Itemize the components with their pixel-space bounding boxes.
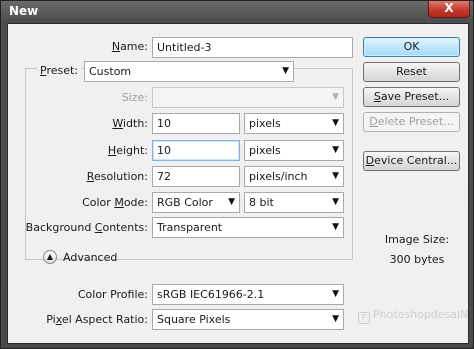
image-size-value: 300 bytes — [389, 253, 445, 266]
ok-button[interactable]: OK — [363, 37, 460, 57]
background-contents-select[interactable]: Transparent ▼ — [152, 217, 344, 238]
chevron-down-icon: ▼ — [332, 171, 339, 181]
bit-depth-value: 8 bit — [249, 196, 274, 209]
height-label: Height: — [107, 144, 148, 157]
name-input[interactable]: Untitled-3 — [152, 37, 353, 58]
pixel-aspect-ratio-label: Pixel Aspect Ratio: — [46, 313, 148, 326]
color-mode-select[interactable]: RGB Color ▼ — [152, 192, 240, 213]
height-unit-select[interactable]: pixels ▼ — [244, 140, 344, 161]
new-document-dialog: New X Name: Untitled-3 Preset: Custom ▼ … — [0, 0, 474, 349]
pixel-aspect-ratio-select[interactable]: Square Pixels ▼ — [152, 309, 344, 330]
resolution-unit-select[interactable]: pixels/inch ▼ — [244, 166, 344, 187]
color-mode-label: Color Mode: — [82, 196, 148, 209]
background-contents-label: Background Contents: — [25, 221, 148, 234]
color-profile-select[interactable]: sRGB IEC61966-2.1 ▼ — [152, 284, 344, 305]
watermark-text: PhotoshopdesaiN — [373, 308, 469, 321]
height-unit-value: pixels — [249, 144, 281, 157]
preset-select[interactable]: Custom ▼ — [84, 61, 294, 82]
chevron-down-icon: ▼ — [332, 314, 339, 324]
title-bar[interactable]: New X — [1, 1, 473, 22]
chevron-down-icon: ▼ — [332, 222, 339, 232]
chevron-down-icon: ▼ — [332, 92, 339, 102]
close-button[interactable]: X — [428, 1, 470, 18]
chevron-down-icon: ▼ — [332, 145, 339, 155]
chevron-down-icon: ▼ — [282, 66, 289, 76]
resolution-unit-value: pixels/inch — [249, 170, 308, 183]
chevron-down-icon: ▼ — [332, 197, 339, 207]
resolution-input[interactable]: 72 — [152, 166, 240, 187]
resolution-label: Resolution: — [86, 170, 148, 183]
image-size-label: Image Size: — [384, 233, 450, 246]
watermark: P PhotoshopdesaiN — [358, 308, 468, 324]
dialog-title: New — [9, 4, 39, 18]
preset-value: Custom — [89, 65, 132, 78]
delete-preset-button: Delete Preset... — [363, 112, 460, 132]
color-profile-label: Color Profile: — [77, 288, 148, 301]
width-unit-select[interactable]: pixels ▼ — [244, 113, 344, 134]
color-mode-value: RGB Color — [157, 196, 213, 209]
bit-depth-select[interactable]: 8 bit ▼ — [244, 192, 344, 213]
background-contents-value: Transparent — [157, 221, 223, 234]
chevron-down-icon: ▼ — [332, 118, 339, 128]
pixel-aspect-ratio-value: Square Pixels — [157, 313, 231, 326]
size-select: ▼ — [152, 87, 344, 108]
chevron-down-icon: ▼ — [332, 289, 339, 299]
device-central-button[interactable]: Device Central... — [363, 151, 460, 171]
preset-label: Preset: — [37, 64, 82, 77]
dialog-client-area: Name: Untitled-3 Preset: Custom ▼ Size: … — [7, 23, 469, 344]
chevron-down-icon: ▼ — [228, 197, 235, 207]
advanced-label: Advanced — [63, 251, 118, 264]
save-preset-button[interactable]: Save Preset... — [363, 87, 460, 107]
logo-icon: P — [358, 312, 370, 324]
width-input[interactable]: 10 — [152, 113, 240, 134]
chevron-up-circle-icon[interactable]: ▲ — [43, 250, 57, 264]
height-input[interactable]: 10 — [152, 140, 240, 161]
color-profile-value: sRGB IEC61966-2.1 — [157, 288, 265, 301]
name-label: Name: — [111, 40, 148, 53]
width-unit-value: pixels — [249, 117, 281, 130]
reset-button[interactable]: Reset — [363, 62, 460, 82]
width-label: Width: — [112, 117, 148, 130]
size-label: Size: — [121, 91, 148, 104]
